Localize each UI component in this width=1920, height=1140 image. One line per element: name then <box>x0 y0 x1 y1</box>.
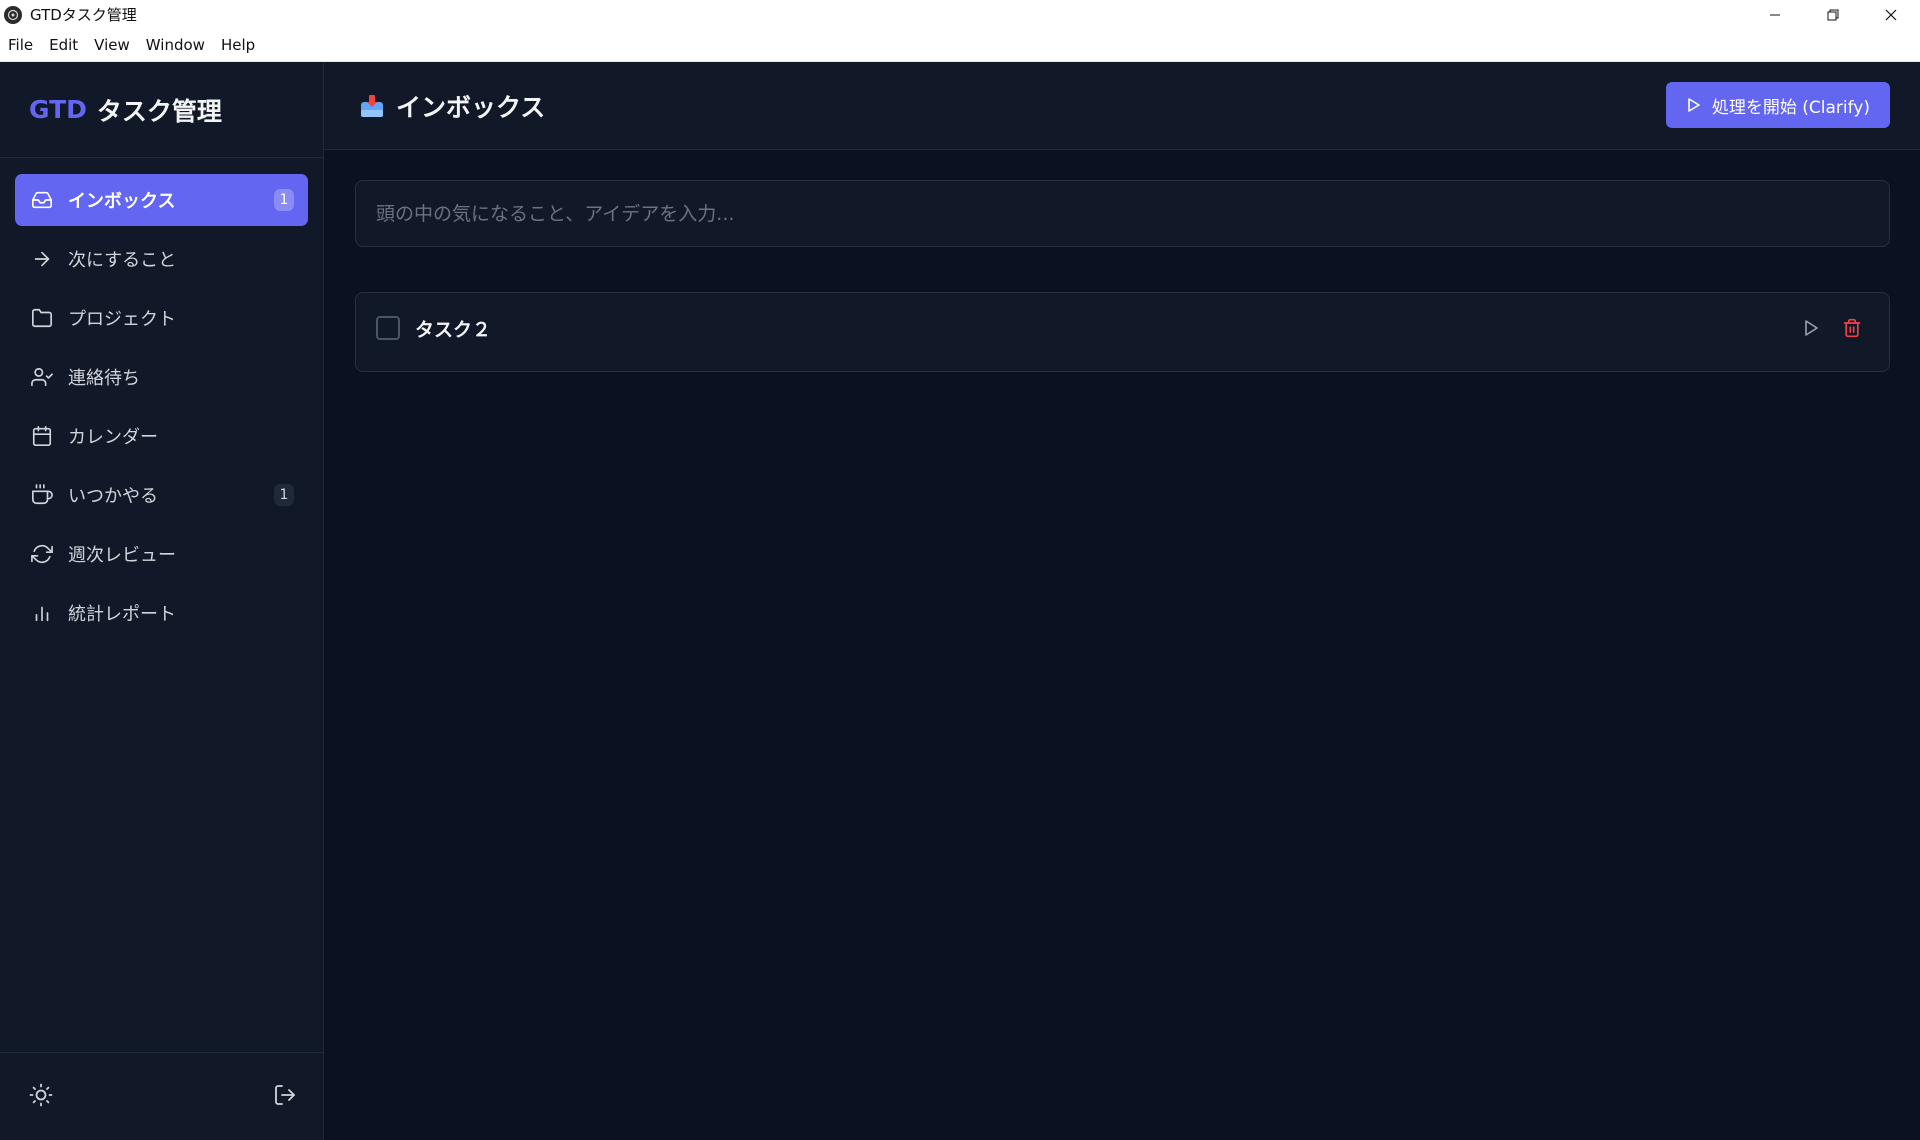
sidebar-item-next-actions[interactable]: 次にすること <box>15 233 308 285</box>
restore-button[interactable] <box>1804 0 1862 29</box>
sidebar-item-label: プロジェクト <box>68 309 176 330</box>
inbox-tray-icon <box>361 94 383 117</box>
sidebar-footer <box>0 1052 323 1140</box>
logout-button[interactable] <box>273 1083 297 1111</box>
trash-icon <box>1843 318 1861 338</box>
menu-file[interactable]: File <box>0 36 41 54</box>
arrow-right-icon <box>30 247 54 271</box>
sidebar-item-stats-report[interactable]: 統計レポート <box>15 587 308 639</box>
sidebar-item-calendar[interactable]: カレンダー <box>15 410 308 462</box>
close-button[interactable] <box>1862 0 1920 29</box>
sidebar-item-someday[interactable]: いつかやる 1 <box>15 469 308 521</box>
sidebar-item-label: インボックス <box>68 191 176 212</box>
sidebar-item-label: 統計レポート <box>68 604 176 625</box>
task-title: タスク２ <box>415 318 492 341</box>
inbox-content: タスク２ <box>324 150 1920 372</box>
sidebar-item-label: 週次レビュー <box>68 545 176 566</box>
start-clarify-label: 処理を開始 (Clarify) <box>1711 97 1870 118</box>
brand-title: GTD タスク管理 <box>0 62 323 158</box>
sidebar: GTD タスク管理 インボックス 1 次にすること プロジェクト 連絡待ち カレ… <box>0 62 324 1140</box>
capture-box <box>355 180 1890 247</box>
sidebar-item-label: 次にすること <box>68 250 177 271</box>
task-actions <box>1781 317 1863 339</box>
brand-prefix: GTD <box>29 95 87 124</box>
theme-toggle-button[interactable] <box>29 1083 53 1111</box>
sidebar-item-label: カレンダー <box>68 427 158 448</box>
task-delete-button[interactable] <box>1841 317 1863 339</box>
sidebar-nav: インボックス 1 次にすること プロジェクト 連絡待ち カレンダー いつかやる … <box>0 158 323 639</box>
sidebar-item-label: いつかやる <box>68 486 158 507</box>
app-logo-icon <box>4 5 22 24</box>
task-checkbox[interactable] <box>376 316 400 340</box>
menu-view[interactable]: View <box>86 36 138 54</box>
logout-icon <box>275 1084 295 1105</box>
app-container: GTD タスク管理 インボックス 1 次にすること プロジェクト 連絡待ち カレ… <box>0 62 1920 1140</box>
main-panel: インボックス 処理を開始 (Clarify) タスク２ <box>324 62 1920 1140</box>
play-icon <box>1805 320 1818 336</box>
minimize-button[interactable] <box>1746 0 1804 29</box>
sidebar-item-weekly-review[interactable]: 週次レビュー <box>15 528 308 580</box>
someday-count-badge: 1 <box>274 484 294 506</box>
minimize-icon <box>1770 14 1780 15</box>
window-title: GTDタスク管理 <box>30 6 137 24</box>
task-clarify-button[interactable] <box>1800 317 1822 339</box>
sun-icon <box>29 1083 53 1106</box>
coffee-icon <box>30 483 54 507</box>
menu-window[interactable]: Window <box>138 36 213 54</box>
refresh-icon <box>30 542 54 566</box>
main-header: インボックス 処理を開始 (Clarify) <box>324 62 1920 150</box>
user-check-icon <box>30 365 54 389</box>
play-icon <box>1688 98 1700 112</box>
inbox-icon <box>30 188 54 212</box>
inbox-count-badge: 1 <box>274 189 294 211</box>
menu-bar: File Edit View Window Help <box>0 29 1920 62</box>
calendar-icon <box>30 424 54 448</box>
capture-input[interactable] <box>376 202 1889 225</box>
menu-edit[interactable]: Edit <box>41 36 86 54</box>
folder-icon <box>30 306 54 330</box>
task-card: タスク２ <box>355 292 1890 372</box>
sidebar-item-label: 連絡待ち <box>68 368 140 389</box>
sidebar-item-waiting-for[interactable]: 連絡待ち <box>15 351 308 403</box>
bar-chart-icon <box>30 601 54 625</box>
restore-icon <box>1827 9 1839 20</box>
start-clarify-button[interactable]: 処理を開始 (Clarify) <box>1665 82 1890 128</box>
window-titlebar: GTDタスク管理 <box>0 0 1920 29</box>
sidebar-item-projects[interactable]: プロジェクト <box>15 292 308 344</box>
sidebar-item-inbox[interactable]: インボックス 1 <box>15 174 308 226</box>
menu-help[interactable]: Help <box>213 36 263 54</box>
close-icon <box>1885 9 1897 20</box>
page-title: インボックス <box>396 92 546 122</box>
brand-name: タスク管理 <box>96 96 222 126</box>
